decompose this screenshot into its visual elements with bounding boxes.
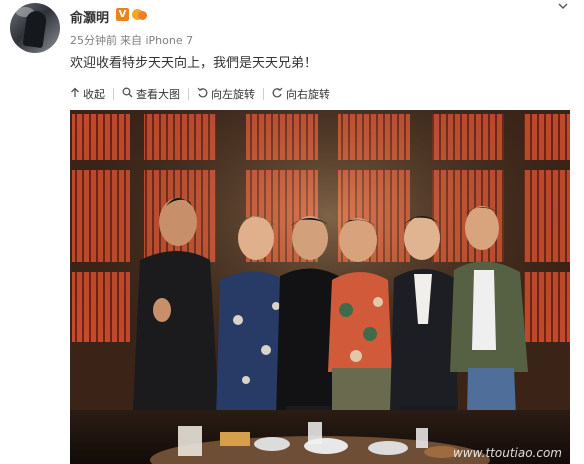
search-icon bbox=[122, 87, 133, 101]
rotate-left-label: 向左旋转 bbox=[211, 88, 255, 101]
verified-badge-icon: V bbox=[116, 8, 129, 21]
avatar-figure bbox=[22, 9, 48, 49]
toolbar-divider bbox=[263, 88, 264, 100]
collapse-button[interactable]: 收起 bbox=[70, 86, 105, 102]
view-large-label: 查看大图 bbox=[136, 88, 180, 101]
vip-badge-icon bbox=[132, 8, 148, 21]
post-photo[interactable]: www.ttoutiao.com bbox=[70, 110, 570, 464]
rotate-left-button[interactable]: 向左旋转 bbox=[197, 86, 255, 102]
rotate-right-label: 向右旋转 bbox=[286, 88, 330, 101]
toolbar-divider bbox=[113, 88, 114, 100]
post-time[interactable]: 25分钟前 bbox=[70, 34, 117, 47]
arrow-up-icon bbox=[70, 87, 80, 101]
view-large-button[interactable]: 查看大图 bbox=[122, 86, 180, 102]
rotate-right-button[interactable]: 向右旋转 bbox=[272, 86, 330, 102]
image-toolbar: 收起 查看大图 向左旋转 向右旋转 bbox=[70, 84, 330, 104]
rotate-right-icon bbox=[272, 87, 283, 101]
post-source: 来自 iPhone 7 bbox=[120, 34, 194, 47]
collapse-label: 收起 bbox=[83, 88, 105, 101]
post-text: 欢迎收看特步天天向上，我們是天天兄弟！ bbox=[70, 56, 318, 71]
rotate-left-icon bbox=[197, 87, 208, 101]
chevron-down-icon[interactable] bbox=[557, 0, 569, 15]
author-name[interactable]: 俞灏明 bbox=[70, 7, 109, 26]
post-meta: 25分钟前 来自 iPhone 7 bbox=[70, 32, 193, 48]
author-avatar[interactable] bbox=[10, 3, 60, 53]
toolbar-divider bbox=[188, 88, 189, 100]
group-photo-illustration bbox=[70, 110, 570, 464]
photo-watermark: www.ttoutiao.com bbox=[452, 446, 562, 460]
